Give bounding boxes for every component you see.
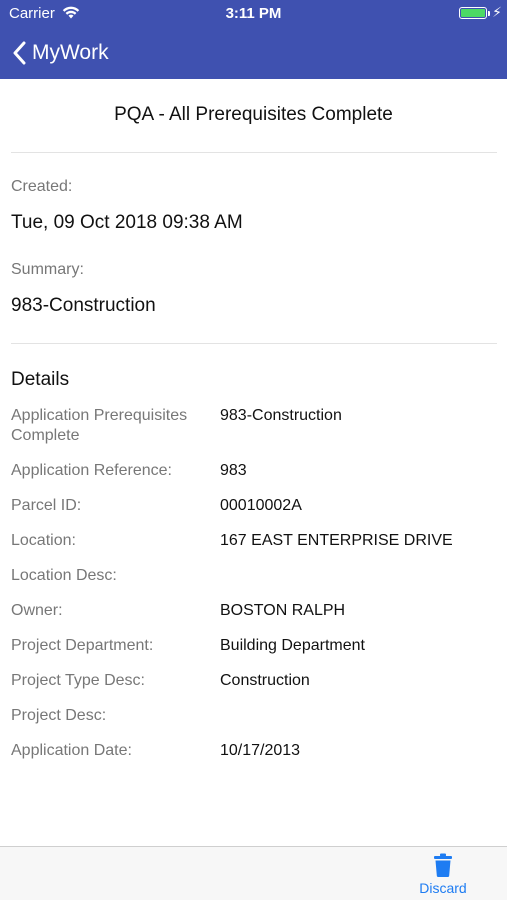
detail-value: Building Department — [220, 637, 365, 654]
detail-label: Application Date: — [11, 742, 132, 759]
charging-bolt-icon: ⚡︎ — [492, 4, 502, 20]
battery-icon — [459, 7, 487, 19]
nav-header: MyWork — [0, 28, 507, 79]
back-button[interactable]: MyWork — [12, 38, 109, 68]
created-label: Created: — [11, 178, 73, 195]
status-bar: Carrier 3:11 PM ⚡︎ — [0, 0, 507, 28]
detail-value: 00010002A — [220, 497, 302, 514]
detail-value: 983-Construction — [220, 407, 342, 424]
detail-value: Construction — [220, 672, 310, 689]
battery-tip — [488, 11, 490, 16]
detail-label: Parcel ID: — [11, 497, 82, 514]
divider — [11, 343, 497, 344]
detail-value: 167 EAST ENTERPRISE DRIVE — [220, 532, 453, 549]
bottom-toolbar: Discard — [0, 846, 507, 900]
divider — [11, 152, 497, 153]
summary-value: 983-Construction — [11, 295, 156, 316]
detail-label: Project Type Desc: — [11, 672, 145, 689]
details-heading: Details — [11, 369, 70, 390]
created-value: Tue, 09 Oct 2018 09:38 AM — [11, 212, 243, 233]
clock: 3:11 PM — [225, 5, 282, 22]
back-label: MyWork — [32, 41, 109, 64]
detail-value: 983 — [220, 462, 247, 479]
summary-label: Summary: — [11, 261, 84, 278]
discard-button[interactable]: Discard — [410, 853, 476, 896]
navigation-bar: Carrier 3:11 PM ⚡︎ MyWork — [0, 0, 507, 79]
trash-icon — [410, 853, 476, 877]
detail-label: Application Prerequisites Complete — [11, 407, 188, 444]
detail-label: Owner: — [11, 602, 63, 619]
detail-label: Project Department: — [11, 637, 154, 654]
detail-label: Location Desc: — [11, 567, 117, 584]
detail-label: Project Desc: — [11, 707, 107, 724]
discard-label: Discard — [419, 880, 467, 896]
chevron-left-icon — [12, 41, 26, 65]
detail-value: 10/17/2013 — [220, 742, 301, 759]
detail-value: BOSTON RALPH — [220, 602, 346, 619]
page-title: PQA - All Prerequisites Complete — [114, 104, 393, 125]
detail-label: Location: — [11, 532, 76, 549]
detail-label: Application Reference: — [11, 462, 172, 479]
